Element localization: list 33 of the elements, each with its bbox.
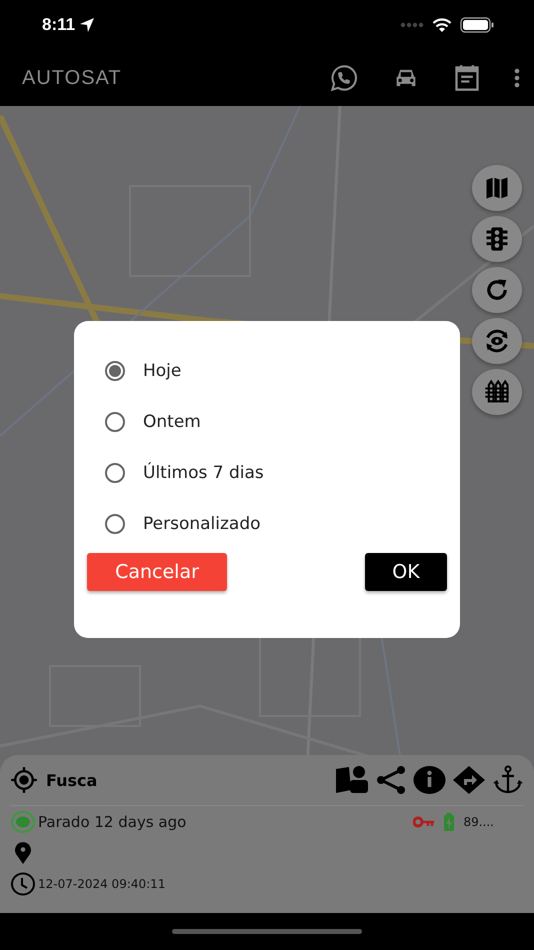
anchor-icon[interactable]	[492, 765, 524, 795]
radio-button[interactable]	[105, 360, 125, 380]
app-title: AUTOSAT	[22, 66, 123, 90]
timestamp: 12-07-2024 09:40:11	[38, 876, 166, 890]
status-time: 8:11	[42, 15, 76, 35]
battery-charging-icon	[443, 812, 456, 832]
option-label[interactable]: Hoje	[143, 360, 182, 380]
status-dot-icon	[10, 810, 36, 834]
option-label[interactable]: Ontem	[143, 412, 201, 432]
wifi-icon	[432, 18, 452, 32]
info-icon[interactable]	[413, 765, 446, 795]
option-label[interactable]: Personalizado	[143, 514, 261, 534]
signal-icon	[400, 22, 424, 28]
chat-phone-icon[interactable]	[330, 64, 358, 92]
vehicle-name: Fusca	[46, 770, 98, 790]
battery-level: 89....	[463, 814, 494, 828]
radio-button[interactable]	[105, 412, 125, 432]
more-menu-icon[interactable]	[514, 68, 520, 88]
vehicle-status: Parado 12 days ago	[38, 812, 188, 830]
direction-sign-icon[interactable]	[452, 765, 486, 795]
cancel-button[interactable]: Cancelar	[87, 553, 227, 591]
share-icon[interactable]	[375, 765, 407, 795]
radio-button[interactable]	[105, 462, 125, 482]
person-map-icon[interactable]	[335, 765, 369, 795]
clock-icon	[10, 872, 36, 896]
calendar-icon[interactable]	[454, 64, 480, 92]
confirm-button[interactable]: OK	[365, 553, 447, 591]
target-icon[interactable]	[10, 766, 38, 794]
key-icon	[413, 816, 436, 828]
battery-icon	[460, 17, 494, 33]
location-arrow-icon	[79, 17, 96, 33]
option-label[interactable]: Últimos 7 dias	[143, 462, 264, 482]
radio-button[interactable]	[105, 514, 125, 534]
